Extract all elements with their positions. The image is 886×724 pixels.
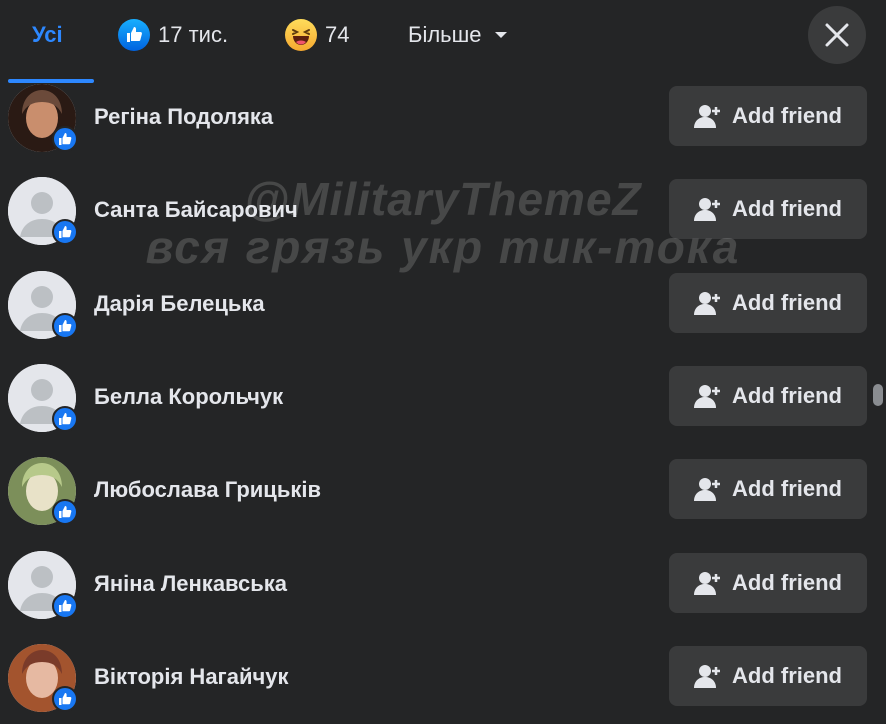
close-button[interactable] (808, 6, 866, 64)
like-badge-icon (52, 592, 78, 619)
active-tab-indicator (8, 79, 94, 83)
add-friend-icon (694, 571, 720, 595)
tab-more-label: Більше (408, 22, 482, 47)
list-item: Дарія Белецька Add friend (0, 270, 870, 351)
add-friend-label: Add friend (732, 289, 842, 315)
close-icon (825, 23, 849, 47)
add-friend-icon (694, 291, 720, 315)
like-badge-icon (52, 219, 78, 246)
add-friend-button[interactable]: Add friend (669, 459, 867, 520)
like-badge-icon (52, 685, 78, 712)
add-friend-button[interactable]: Add friend (669, 645, 867, 706)
tab-haha[interactable]: 74 (285, 0, 349, 70)
add-friend-icon (694, 198, 720, 222)
avatar[interactable] (8, 84, 78, 152)
list-item: Белла Корольчук Add friend (0, 363, 870, 444)
avatar[interactable] (8, 363, 78, 432)
add-friend-icon (694, 478, 720, 502)
avatar[interactable] (8, 177, 78, 246)
list-item: Яніна Ленкавська Add friend (0, 550, 870, 631)
tab-more-dropdown[interactable]: Більше (408, 0, 508, 70)
tab-haha-count: 74 (325, 22, 350, 47)
add-friend-label: Add friend (732, 196, 842, 222)
add-friend-label: Add friend (732, 382, 842, 408)
add-friend-button[interactable]: Add friend (669, 272, 867, 333)
person-name[interactable]: Яніна Ленкавська (94, 571, 287, 597)
add-friend-icon (694, 105, 720, 128)
add-friend-button[interactable]: Add friend (669, 179, 867, 240)
like-badge-icon (52, 126, 78, 152)
person-name[interactable]: Белла Корольчук (94, 384, 283, 410)
like-badge-icon (52, 312, 78, 339)
caret-down-icon (494, 32, 507, 38)
person-name[interactable]: Вікторія Нагайчук (94, 664, 289, 690)
add-friend-label: Add friend (732, 103, 842, 128)
like-reaction-icon (118, 19, 150, 51)
person-name[interactable]: Дарія Белецька (94, 291, 265, 317)
reactions-tab-bar: Усі 17 тис. 74 Більше (0, 0, 886, 84)
tab-like[interactable]: 17 тис. (118, 0, 228, 70)
add-friend-label: Add friend (732, 476, 842, 502)
like-badge-icon (52, 405, 78, 432)
add-friend-label: Add friend (732, 662, 842, 688)
person-name[interactable]: Любослава Грицьків (94, 477, 321, 503)
add-friend-label: Add friend (732, 569, 842, 595)
avatar[interactable] (8, 270, 78, 339)
list-item: Санта Байсарович Add friend (0, 177, 870, 257)
haha-reaction-icon (285, 19, 317, 51)
avatar[interactable] (8, 643, 78, 712)
list-item: Регіна Подоляка Add friend (0, 84, 870, 164)
add-friend-icon (694, 664, 720, 688)
add-friend-button[interactable]: Add friend (669, 552, 867, 613)
person-name[interactable]: Санта Байсарович (94, 197, 298, 223)
tab-like-count: 17 тис. (158, 22, 229, 47)
tab-all-label: Усі (32, 22, 63, 47)
list-item: Любослава Грицьків Add friend (0, 457, 870, 537)
avatar[interactable] (8, 457, 78, 526)
person-name[interactable]: Регіна Подоляка (94, 104, 273, 130)
scrollbar-thumb[interactable] (873, 384, 883, 406)
add-friend-icon (694, 384, 720, 408)
add-friend-button[interactable]: Add friend (669, 365, 867, 426)
avatar[interactable] (8, 550, 78, 619)
list-item: Вікторія Нагайчук Add friend (0, 643, 870, 724)
like-badge-icon (52, 499, 78, 526)
add-friend-button[interactable]: Add friend (669, 86, 867, 146)
tab-all[interactable]: Усі (32, 0, 63, 70)
